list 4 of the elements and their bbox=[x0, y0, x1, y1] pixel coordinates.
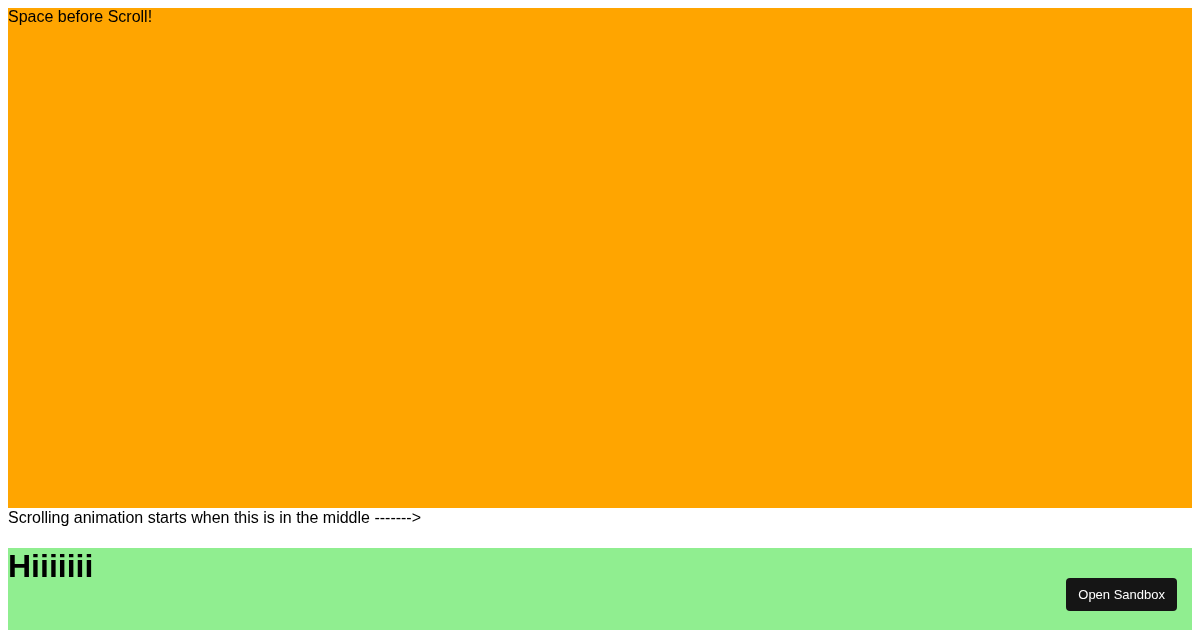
open-sandbox-button[interactable]: Open Sandbox bbox=[1066, 578, 1177, 611]
heading: Hiiiiiii bbox=[8, 548, 94, 585]
hint-text: Scrolling animation starts when this is in the middle -------> bbox=[8, 508, 422, 528]
panel-label: Space before Scroll! bbox=[8, 8, 153, 26]
